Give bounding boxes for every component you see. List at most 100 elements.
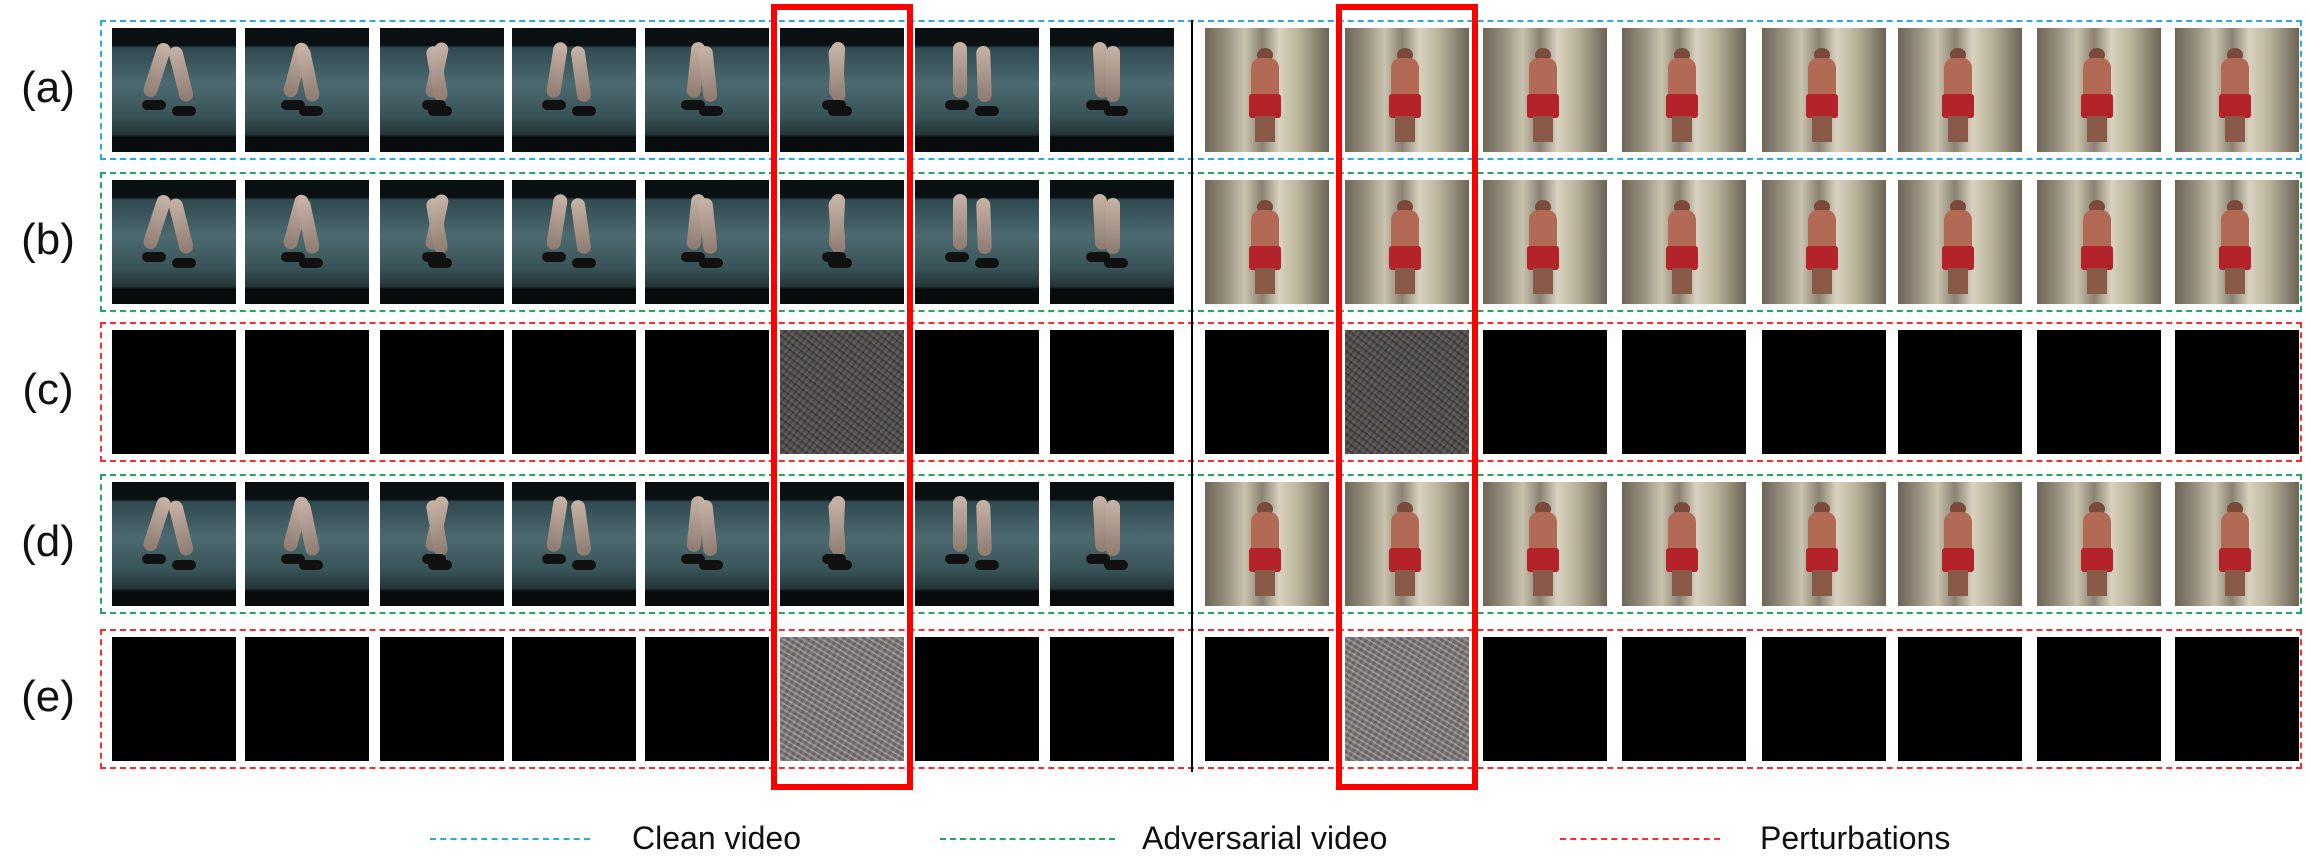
person-figure <box>1662 200 1702 296</box>
row-label: (a) <box>21 63 75 112</box>
frame-gym-person <box>2175 180 2299 304</box>
torso <box>2083 512 2111 552</box>
frame-perturbation-black <box>1898 330 2022 454</box>
legs <box>1255 268 1275 294</box>
person-figure <box>1802 502 1842 598</box>
frame-gym-person <box>1898 180 2022 304</box>
leg <box>167 499 195 557</box>
frame-running-legs <box>245 180 369 304</box>
legs <box>1812 116 1832 142</box>
shorts <box>2081 246 2113 270</box>
shoe <box>299 258 323 268</box>
torso <box>1529 58 1557 98</box>
person-figure <box>2215 48 2255 144</box>
frame-running-legs <box>1050 28 1174 152</box>
leg <box>1106 500 1120 556</box>
shoe <box>428 258 452 268</box>
torso <box>1944 210 1972 250</box>
shorts <box>1527 548 1559 572</box>
frame-gym-person <box>1898 28 2022 152</box>
leg <box>167 197 195 255</box>
person-figure <box>1245 502 1285 598</box>
shorts <box>1942 246 1974 270</box>
person-figure <box>1802 48 1842 144</box>
frame-perturbation-black <box>112 637 236 761</box>
video-divider <box>1191 20 1193 772</box>
leg <box>545 193 569 251</box>
frame-running-legs <box>1050 180 1174 304</box>
shoe <box>975 106 999 116</box>
shoe <box>172 106 196 116</box>
leg <box>570 45 592 103</box>
torso <box>2221 512 2249 552</box>
leg <box>698 499 718 557</box>
frame-running-legs <box>915 482 1039 606</box>
torso <box>1529 512 1557 552</box>
frame-perturbation-black <box>1622 330 1746 454</box>
legs <box>1948 268 1968 294</box>
shoe <box>172 560 196 570</box>
shorts <box>1942 94 1974 118</box>
person-figure <box>2215 200 2255 296</box>
person-figure <box>1802 200 1842 296</box>
leg <box>141 495 173 553</box>
highlight-box-right <box>1336 4 1478 790</box>
shoe <box>1104 106 1128 116</box>
row-label: (e) <box>21 672 75 721</box>
leg <box>1106 46 1120 102</box>
frame-perturbation-black <box>512 330 636 454</box>
legs <box>1533 570 1553 596</box>
legs <box>2087 116 2107 142</box>
torso <box>1529 210 1557 250</box>
leg <box>976 197 992 255</box>
torso <box>1668 512 1696 552</box>
torso <box>1668 210 1696 250</box>
frame-gym-person <box>1898 482 2022 606</box>
legend-label-perturbations: Perturbations <box>1760 820 1951 856</box>
shorts <box>1806 246 1838 270</box>
frame-perturbation-black <box>1622 637 1746 761</box>
leg <box>698 45 718 103</box>
person-figure <box>1523 48 1563 144</box>
shoe <box>1104 560 1128 570</box>
frame-perturbation-black <box>2175 637 2299 761</box>
frame-gym-person <box>1622 482 1746 606</box>
legs <box>1948 116 1968 142</box>
shoe <box>572 258 596 268</box>
legend-line-adversarial <box>940 838 1115 840</box>
frame-gym-person <box>1205 482 1329 606</box>
legs <box>1533 116 1553 142</box>
frame-running-legs <box>645 482 769 606</box>
torso <box>1668 58 1696 98</box>
person-figure <box>2077 200 2117 296</box>
leg <box>698 197 718 255</box>
legs <box>1812 570 1832 596</box>
frame-running-legs <box>112 180 236 304</box>
frame-perturbation-black <box>1050 637 1174 761</box>
leg <box>976 45 992 103</box>
torso <box>2083 210 2111 250</box>
torso <box>1808 210 1836 250</box>
frame-perturbation-black <box>1898 637 2022 761</box>
frame-gym-person <box>2037 28 2161 152</box>
shorts <box>1666 94 1698 118</box>
shoe <box>975 258 999 268</box>
frame-perturbation-black <box>2175 330 2299 454</box>
person-figure <box>2077 48 2117 144</box>
shoe <box>699 106 723 116</box>
frame-running-legs <box>380 482 504 606</box>
person-figure <box>1245 200 1285 296</box>
torso <box>1808 512 1836 552</box>
torso <box>1808 58 1836 98</box>
row-label: (d) <box>21 517 75 566</box>
shoe <box>172 258 196 268</box>
highlight-box-left <box>771 4 913 790</box>
shoe <box>945 100 969 110</box>
leg <box>570 197 592 255</box>
row-label: (c) <box>22 365 74 414</box>
shorts <box>1806 94 1838 118</box>
leg <box>953 42 967 98</box>
shoe <box>142 252 166 262</box>
frame-perturbation-black <box>1483 330 1607 454</box>
frame-gym-person <box>2175 28 2299 152</box>
